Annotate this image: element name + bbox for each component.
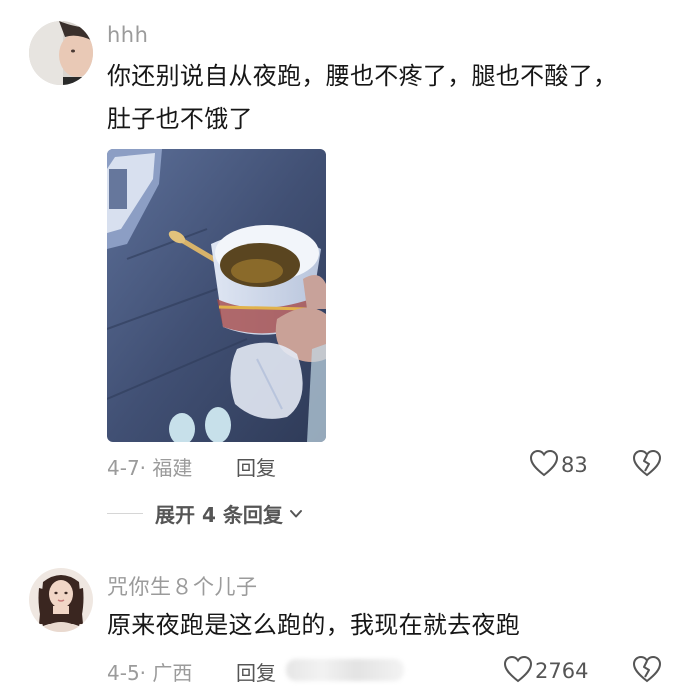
heart-outline-icon (503, 655, 533, 687)
like-count: 83 (561, 453, 588, 477)
comment-username[interactable]: hhh (107, 23, 148, 47)
like-button[interactable]: 2764 (503, 655, 588, 687)
heart-outline-icon (529, 449, 559, 481)
expand-replies-label: 展开 4 条回复 (155, 503, 283, 527)
blurred-overlay (286, 659, 404, 681)
comment-text-line: 原来夜跑是这么跑的，我现在就去夜跑 (107, 611, 521, 639)
like-button[interactable]: 83 (529, 449, 588, 481)
comment-text: 原来夜跑是这么跑的，我现在就去夜跑 (107, 604, 520, 647)
comment-date-location: 4-7· 福建 (107, 456, 193, 480)
comment-text: 你还别说自从夜跑，腰也不疼了，腿也不酸了， 肚子也不饿了 (107, 55, 617, 141)
broken-heart-icon (632, 449, 662, 481)
comment-text-line: 肚子也不饿了 (107, 105, 253, 133)
like-count: 2764 (535, 659, 589, 683)
avatar[interactable] (29, 21, 93, 85)
comment-text-line: 你还别说自从夜跑，腰也不疼了，腿也不酸了， (107, 62, 618, 90)
broken-heart-icon (632, 655, 662, 687)
dislike-button[interactable] (632, 655, 662, 687)
dislike-button[interactable] (632, 449, 662, 481)
reply-button[interactable]: 回复 (236, 452, 276, 481)
chevron-down-icon (289, 507, 303, 521)
expand-replies-button[interactable]: 展开 4 条回复 (107, 499, 303, 528)
avatar[interactable] (29, 568, 93, 632)
comment-date-location: 4-5· 广西 (107, 661, 193, 685)
comment-username[interactable]: 咒你生８个儿子 (107, 571, 258, 601)
reply-button[interactable]: 回复 (236, 657, 276, 686)
divider (107, 513, 143, 514)
comment-photo[interactable] (107, 149, 326, 442)
